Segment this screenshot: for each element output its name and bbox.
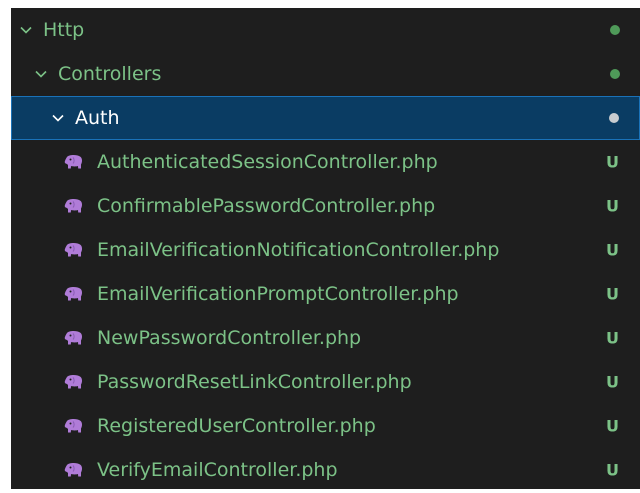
modified-dot-icon xyxy=(610,69,620,79)
php-elephant-icon xyxy=(63,374,85,390)
php-elephant-icon xyxy=(63,242,85,258)
folder-label: Controllers xyxy=(58,63,162,85)
file-name: NewPasswordController.php xyxy=(97,327,362,349)
untracked-badge: U xyxy=(606,372,619,392)
file-item[interactable]: AuthenticatedSessionController.php U xyxy=(11,140,640,184)
chevron-down-icon[interactable] xyxy=(19,23,33,37)
php-elephant-icon xyxy=(63,154,85,170)
folder-auth[interactable]: Auth xyxy=(11,96,640,140)
file-name: AuthenticatedSessionController.php xyxy=(97,151,438,173)
untracked-badge: U xyxy=(606,240,619,260)
file-explorer-tree: Http Controllers Auth AuthenticatedSessi… xyxy=(11,8,640,489)
untracked-badge: U xyxy=(606,284,619,304)
untracked-badge: U xyxy=(606,328,619,348)
untracked-badge: U xyxy=(606,152,619,172)
file-item[interactable]: ConfirmablePasswordController.php U xyxy=(11,184,640,228)
file-name: PasswordResetLinkController.php xyxy=(97,371,412,393)
chevron-down-icon[interactable] xyxy=(51,111,65,125)
modified-dot-icon xyxy=(609,113,619,123)
php-elephant-icon xyxy=(63,418,85,434)
folder-http[interactable]: Http xyxy=(11,8,640,52)
chevron-down-icon[interactable] xyxy=(34,67,48,81)
file-name: ConfirmablePasswordController.php xyxy=(97,195,436,217)
untracked-badge: U xyxy=(606,416,619,436)
file-item[interactable]: RegisteredUserController.php U xyxy=(11,404,640,448)
php-elephant-icon xyxy=(63,330,85,346)
untracked-badge: U xyxy=(606,460,619,480)
file-item[interactable]: NewPasswordController.php U xyxy=(11,316,640,360)
folder-controllers[interactable]: Controllers xyxy=(11,52,640,96)
folder-label: Http xyxy=(43,19,85,41)
file-name: VerifyEmailController.php xyxy=(97,459,338,481)
file-list: AuthenticatedSessionController.php U Con… xyxy=(11,140,640,489)
php-elephant-icon xyxy=(63,198,85,214)
file-item[interactable]: VerifyEmailController.php U xyxy=(11,448,640,489)
file-name: EmailVerificationPromptController.php xyxy=(97,283,459,305)
untracked-badge: U xyxy=(606,196,619,216)
file-name: EmailVerificationNotificationController.… xyxy=(97,239,500,261)
file-name: RegisteredUserController.php xyxy=(97,415,376,437)
file-item[interactable]: PasswordResetLinkController.php U xyxy=(11,360,640,404)
folder-label: Auth xyxy=(75,107,120,129)
modified-dot-icon xyxy=(610,25,620,35)
file-item[interactable]: EmailVerificationNotificationController.… xyxy=(11,228,640,272)
file-item[interactable]: EmailVerificationPromptController.php U xyxy=(11,272,640,316)
php-elephant-icon xyxy=(63,462,85,478)
php-elephant-icon xyxy=(63,286,85,302)
